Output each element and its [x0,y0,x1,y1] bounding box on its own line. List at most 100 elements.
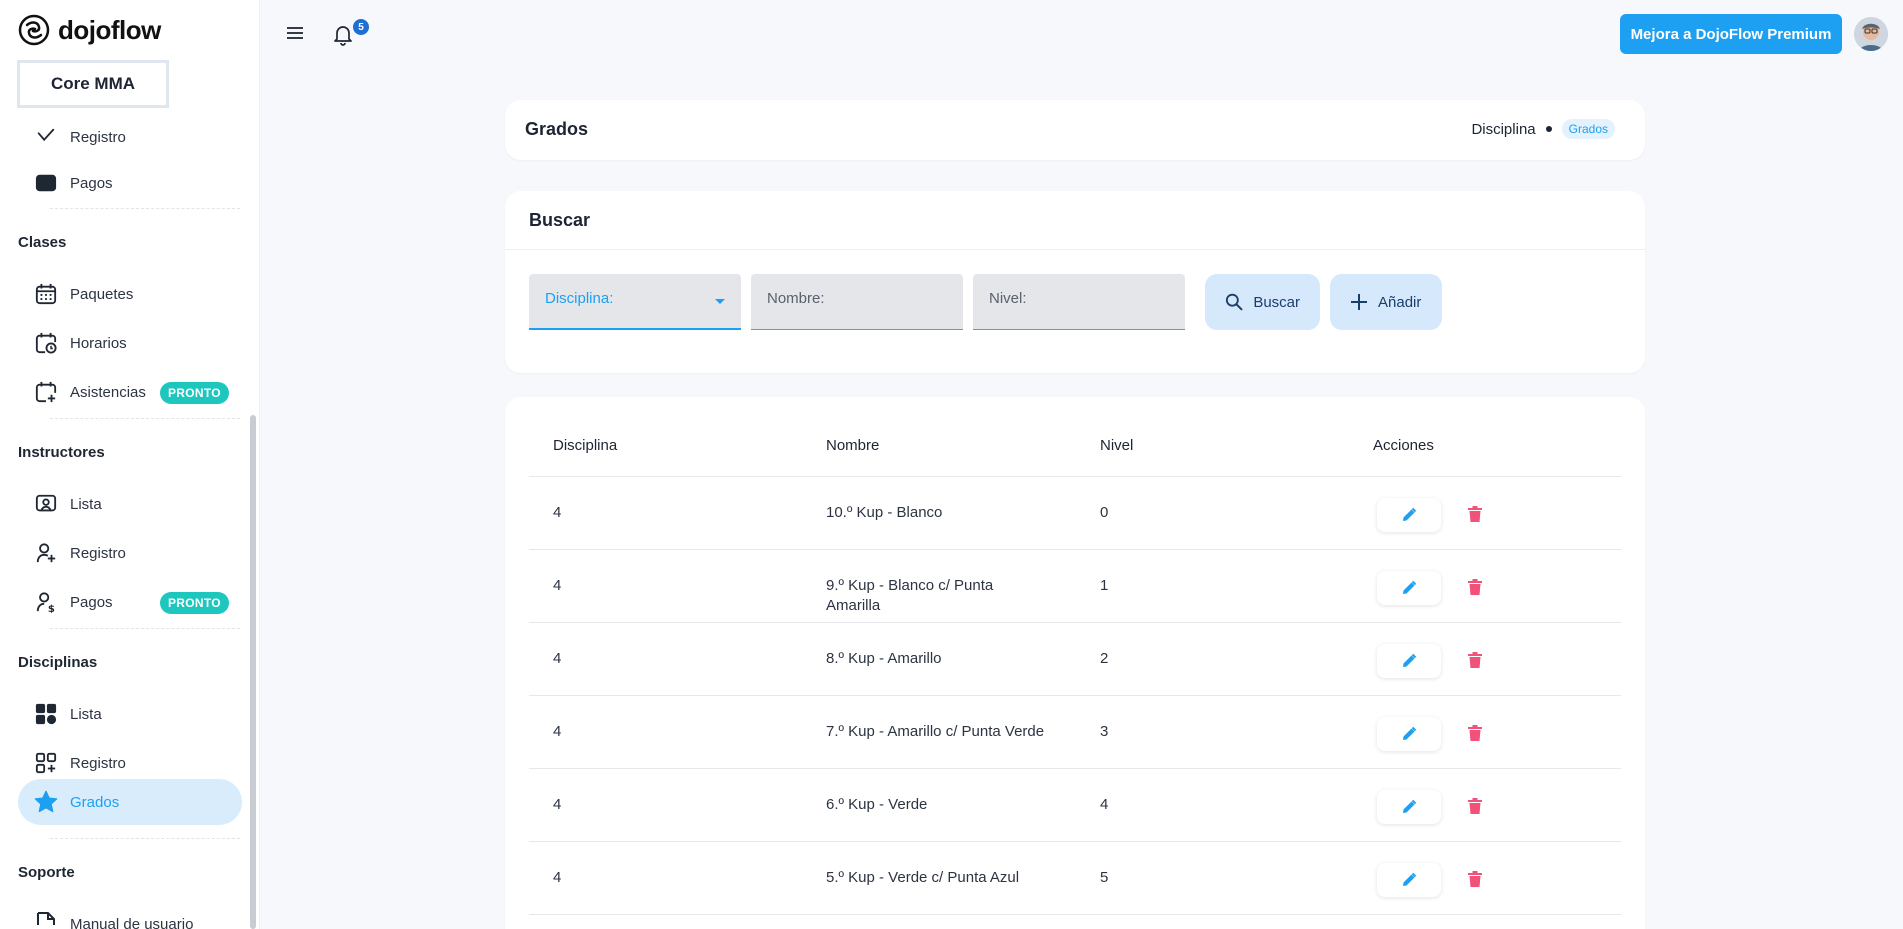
section-clases: Clases [18,234,67,251]
pencil-icon [1403,799,1417,813]
edit-button[interactable] [1377,571,1441,605]
sidebar-item-label: Lista [70,495,102,513]
sidebar-item-manual[interactable]: DOC Manual de usuario [18,901,242,929]
org-selector[interactable]: Core MMA [17,60,169,108]
disciplina-select-label: Disciplina: [545,290,614,307]
pencil-icon [1403,872,1417,886]
column-header-acciones: Acciones [1373,437,1434,454]
sidebar-item-instructores-lista[interactable]: Lista [18,481,242,527]
disciplina-select[interactable]: Disciplina: [529,274,741,330]
breadcrumb-separator [1545,126,1552,132]
edit-button[interactable] [1377,498,1441,532]
table-row: 4 6.º Kup - Verde 4 [529,769,1621,842]
upgrade-premium-button[interactable]: Mejora a DojoFlow Premium [1620,14,1842,54]
calendar-plus-icon [34,380,58,404]
user-screen-icon [34,492,58,516]
user-plus-icon [34,541,58,565]
cell-nivel: 1 [1100,577,1109,594]
brand-name: dojoflow [58,14,161,45]
sidebar-item-label: Grados [70,793,120,811]
search-icon [1225,293,1243,311]
column-header-nombre: Nombre [826,437,880,454]
search-card: Buscar Disciplina: Nombre: Nivel: Buscar… [505,191,1645,373]
sidebar-item-horarios[interactable]: Horarios [18,320,242,366]
dojoflow-logo-icon [18,14,50,46]
sidebar-item-label: Horarios [70,334,127,352]
divider [505,249,1645,250]
delete-button[interactable] [1465,503,1485,525]
sidebar-item-disciplinas-lista[interactable]: Lista [18,691,242,737]
breadcrumb: Disciplina Grados [1471,119,1615,139]
pencil-icon [1403,726,1417,740]
delete-button[interactable] [1465,576,1485,598]
grid-icon [34,702,58,726]
column-header-disciplina: Disciplina [553,437,618,454]
edit-button[interactable] [1377,717,1441,751]
sidebar-item-label: Registro [70,754,126,772]
nivel-field-label: Nivel: [989,290,1027,307]
nivel-field[interactable]: Nivel: [973,274,1185,330]
search-button[interactable]: Buscar [1205,274,1320,330]
sidebar-item-instructores-pagos[interactable]: $ Pagos PRONTO [18,579,242,625]
table-row: 4 10.º Kup - Blanco 0 [529,477,1621,550]
cell-nombre: 5.º Kup - Verde c/ Punta Azul [826,869,1020,886]
cell-nivel: 4 [1100,796,1109,813]
cell-nivel: 3 [1100,723,1109,740]
cell-nombre: 6.º Kup - Verde [826,796,928,813]
org-name: Core MMA [50,74,136,93]
sidebar-item-label: Asistencias [70,383,146,401]
trash-icon [1468,652,1482,668]
page-header-card: Grados Disciplina Grados [505,100,1645,160]
cell-nivel: 2 [1100,650,1109,667]
edit-button[interactable] [1377,863,1441,897]
sidebar-item-label: Paquetes [70,285,134,303]
cell-nombre: 8.º Kup - Amarillo [826,650,942,667]
section-instructores: Instructores [18,444,105,461]
nombre-field-label: Nombre: [767,290,825,307]
check-icon [34,125,58,149]
cell-nivel: 0 [1100,504,1109,521]
edit-button[interactable] [1377,790,1441,824]
nombre-field[interactable]: Nombre: [751,274,963,330]
user-avatar[interactable] [1854,17,1888,51]
sidebar-item-label: Pagos [70,593,113,611]
doc-icon: DOC [34,912,58,929]
delete-button[interactable] [1465,868,1485,890]
notification-bell-icon[interactable] [333,24,355,46]
sidebar-item-paquetes[interactable]: Paquetes [18,271,242,317]
add-button-label: Añadir [1378,293,1422,311]
sidebar-item-instructores-registro[interactable]: Registro [18,530,242,576]
calendar-grid-icon [34,282,58,306]
cell-disciplina: 4 [553,577,562,594]
topbar: 5 Mejora a DojoFlow Premium [261,0,1903,68]
table-header: Disciplina Nombre Nivel Acciones [529,437,1621,477]
add-button[interactable]: Añadir [1330,274,1442,330]
brand[interactable]: dojoflow [18,14,161,46]
column-header-nivel: Nivel [1100,437,1134,454]
delete-button[interactable] [1465,795,1485,817]
sidebar-item-registro[interactable]: Registro [18,114,242,160]
divider [50,628,240,629]
sidebar-item-asistencias[interactable]: Asistencias PRONTO [18,369,242,415]
delete-button[interactable] [1465,649,1485,671]
cell-disciplina: 4 [553,796,562,813]
cell-nombre: 7.º Kup - Amarillo c/ Punta Verde [826,723,1045,740]
sidebar-item-pagos[interactable]: Pagos [18,160,242,206]
grid-plus-icon [34,751,58,775]
trash-icon [1468,725,1482,741]
hamburger-menu-icon[interactable] [285,23,305,43]
table-row: 4 8.º Kup - Amarillo 2 [529,623,1621,696]
sidebar-item-grados[interactable]: Grados [18,779,242,825]
cell-disciplina: 4 [553,650,562,667]
breadcrumb-disciplina[interactable]: Disciplina [1471,121,1535,138]
divider [50,418,240,419]
trash-icon [1468,506,1482,522]
table-row: 4 5.º Kup - Verde c/ Punta Azul 5 [529,842,1621,915]
sidebar: dojoflow Core MMA Registro Pagos Clases … [0,0,260,929]
edit-button[interactable] [1377,644,1441,678]
svg-text:$: $ [48,604,55,613]
sidebar-scrollbar[interactable] [250,415,256,929]
card-icon [34,171,58,195]
cell-nivel: 5 [1100,869,1109,886]
delete-button[interactable] [1465,722,1485,744]
